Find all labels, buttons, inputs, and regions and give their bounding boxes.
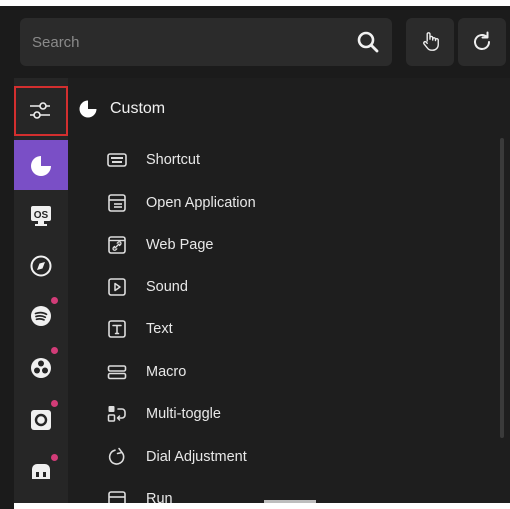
spotify-icon <box>31 306 51 326</box>
svg-text:OS: OS <box>34 210 49 221</box>
action-web-page[interactable]: Web Page <box>106 227 486 263</box>
notification-dot <box>51 347 58 354</box>
notification-dot <box>51 297 58 304</box>
custom-logo-icon <box>31 156 51 176</box>
refresh-icon <box>474 31 490 50</box>
action-label: Sound <box>146 279 188 295</box>
rail-item-twitch[interactable] <box>14 448 68 498</box>
camera-icon <box>31 410 51 430</box>
rail-item-spotify[interactable] <box>14 290 68 340</box>
keyboard-icon <box>107 153 127 167</box>
action-label: Text <box>146 321 173 337</box>
notification-dot <box>51 454 58 461</box>
action-label: Dial Adjustment <box>146 449 247 465</box>
action-macro[interactable]: Macro <box>106 354 486 390</box>
multi-toggle-icon <box>107 406 126 422</box>
macro-icon <box>107 365 127 380</box>
rail-item-obs[interactable] <box>14 342 68 392</box>
rail-item-camera[interactable] <box>14 394 68 444</box>
notification-dot <box>51 400 58 407</box>
compass-icon <box>30 255 52 277</box>
interact-button[interactable] <box>406 18 454 66</box>
plugin-rail: OS <box>14 78 68 503</box>
twitch-icon <box>32 464 50 479</box>
action-multi-toggle[interactable]: Multi-toggle <box>106 396 486 432</box>
action-label: Open Application <box>146 195 256 211</box>
refresh-button[interactable] <box>458 18 506 66</box>
action-open-application[interactable]: Open Application <box>106 185 486 221</box>
text-box-icon <box>108 320 126 338</box>
window-icon <box>108 194 126 212</box>
play-box-icon <box>108 278 126 296</box>
action-label: Shortcut <box>146 152 200 168</box>
section-title: Custom <box>110 100 166 117</box>
obs-icon <box>31 358 51 378</box>
section-header[interactable]: Custom <box>78 98 165 120</box>
search-input[interactable] <box>20 18 340 66</box>
rail-item-settings[interactable] <box>14 86 68 136</box>
search-box[interactable] <box>20 18 392 66</box>
rail-item-custom[interactable] <box>14 140 68 190</box>
top-bar <box>0 6 510 78</box>
search-icon[interactable] <box>356 30 380 54</box>
action-text[interactable]: Text <box>106 311 486 347</box>
custom-logo-icon <box>79 100 97 118</box>
rail-item-safari[interactable] <box>14 240 68 290</box>
sliders-icon <box>30 102 50 119</box>
action-list-panel: Custom Shortcut Open Application Web Pag… <box>68 78 504 503</box>
rail-gutter <box>0 78 14 509</box>
action-sound[interactable]: Sound <box>106 269 486 305</box>
action-label: Macro <box>146 364 187 380</box>
hand-pointer-icon <box>423 32 439 51</box>
scrollbar[interactable] <box>500 138 504 438</box>
action-label: Run <box>146 491 173 503</box>
action-shortcut[interactable]: Shortcut <box>106 142 486 178</box>
run-icon <box>108 491 126 503</box>
dial-icon <box>108 447 125 465</box>
action-label: Multi-toggle <box>146 406 221 422</box>
action-label: Web Page <box>146 237 214 253</box>
rail-item-os[interactable]: OS <box>14 190 68 240</box>
action-dial-adjustment[interactable]: Dial Adjustment <box>106 439 486 475</box>
link-page-icon <box>108 236 126 254</box>
os-icon: OS <box>31 206 51 226</box>
app-window: OS <box>0 6 510 509</box>
